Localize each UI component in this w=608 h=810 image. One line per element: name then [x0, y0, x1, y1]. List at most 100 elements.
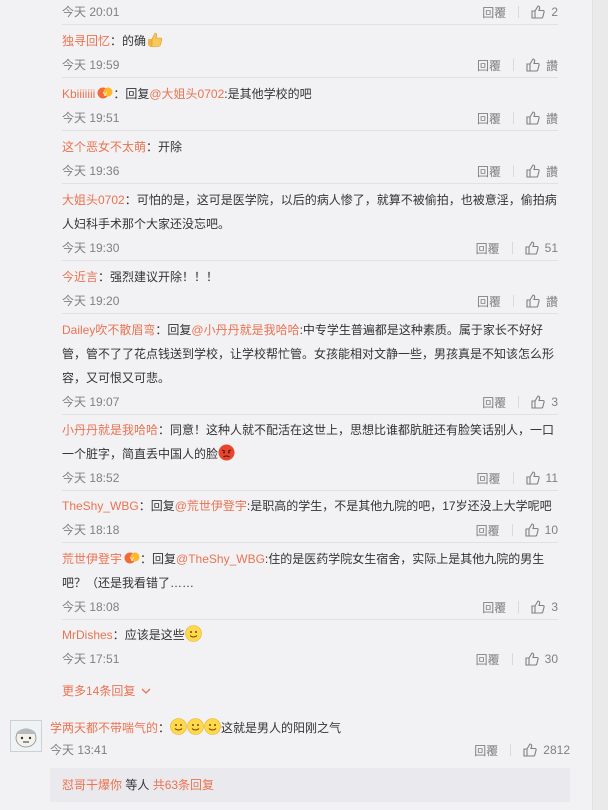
- reply-meta: 今天 20:01 回覆 2: [62, 2, 558, 22]
- reply-text-line: TheShy_WBG：回复@荒世伊登宇:是职高的学生，不是其他九院的吧，17岁还…: [62, 494, 552, 518]
- reply-time: 今天 19:36: [62, 164, 120, 178]
- reply-username[interactable]: MrDishes: [62, 628, 113, 642]
- reply-button[interactable]: 回覆: [477, 163, 501, 180]
- reply-button[interactable]: 回覆: [477, 470, 501, 487]
- reply-item: MrDishes：应该是这些 今天 17:51 回覆 30: [62, 623, 558, 671]
- reply-username[interactable]: 这个恶女不太萌: [62, 140, 146, 154]
- mention-link[interactable]: @小丹丹就是我哈哈: [191, 323, 299, 337]
- reply-item: TheShy_WBG：回复@荒世伊登宇:是职高的学生，不是其他九院的吧，17岁还…: [62, 494, 558, 543]
- reply-username[interactable]: 大姐头0702: [62, 193, 125, 207]
- reply-prefix: 回复: [152, 552, 177, 566]
- reply-text-line: 一个脏字，简直丢中国人的脸: [62, 442, 235, 466]
- colon: ：: [138, 499, 151, 513]
- smiley-emoji-icon: [187, 718, 204, 735]
- like-button[interactable]: 51: [525, 241, 558, 255]
- thumbs-up-icon: [525, 471, 540, 485]
- reply-item: 这个恶女不太萌：开除 今天 19:36 回覆 讚: [62, 135, 558, 184]
- reply-username[interactable]: 小丹丹就是我哈哈: [62, 423, 158, 437]
- reply-username[interactable]: 独寻回忆: [62, 34, 110, 48]
- divider: [512, 295, 514, 307]
- mention-link[interactable]: @大姐头0702: [149, 87, 224, 101]
- divider: [518, 396, 520, 408]
- reply-button[interactable]: 回覆: [482, 394, 506, 411]
- thumbs-up-icon: [531, 5, 546, 19]
- avatar[interactable]: [10, 720, 42, 752]
- thumbs-up-icon: [531, 600, 546, 614]
- summary-mid: 等人: [122, 778, 153, 792]
- mention-link[interactable]: @TheShy_WBG: [176, 552, 265, 566]
- vip-badge-icon: v: [97, 87, 113, 99]
- like-button[interactable]: 讚: [526, 163, 558, 180]
- like-count: 3: [551, 395, 558, 409]
- colon: ：: [155, 323, 168, 337]
- like-button[interactable]: 讚: [526, 110, 558, 127]
- like-button[interactable]: 30: [525, 652, 558, 666]
- like-button[interactable]: 11: [525, 471, 558, 485]
- smiley-emoji-icon: [204, 718, 221, 735]
- reply-text-line: 管，管不了了花点钱送到学校，让学校帮忙管。女孩能相对文静一些，男孩真是不知该怎么…: [62, 347, 555, 361]
- reply-summary-box: 怼哥干爆你 等人 共63条回复: [50, 768, 570, 802]
- reply-button[interactable]: 回覆: [477, 57, 501, 74]
- colon: ：: [110, 34, 123, 48]
- scrollbar-track[interactable]: [592, 0, 608, 810]
- reply-text: 应该是这些: [124, 628, 185, 642]
- reply-item: 今近言：强烈建议开除！！！ 今天 19:20 回覆 讚: [62, 265, 558, 314]
- colon: ：: [158, 721, 171, 735]
- reply-text-line: Dailey吹不散眉弯：回复@小丹丹就是我哈哈:中专学生普遍都是这种素质。属于家…: [62, 318, 543, 342]
- reply-text-line: 今近言：强烈建议开除！！！: [62, 265, 218, 289]
- reply-item: 小丹丹就是我哈哈：同意！这种人就不配活在这世上，思想比谁都肮脏还有脸笑话别人，一…: [62, 418, 558, 491]
- avatar-image-icon: [11, 721, 41, 751]
- reply-text-line: 容，又可恨又可悲。: [62, 371, 171, 385]
- reply-item: 荒世伊登宇 v ：回复@TheShy_WBG:住的是医药学院女生宿舍，实际上是其他九…: [62, 547, 558, 620]
- thumbs-up-icon: [526, 111, 540, 125]
- like-button[interactable]: 10: [525, 523, 558, 537]
- reply-text: 同意！这种人就不配活在这世上，思想比谁都肮脏还有脸笑话别人，一口: [170, 423, 555, 437]
- reply-button[interactable]: 回覆: [476, 522, 500, 539]
- reply-text-line: 小丹丹就是我哈哈：同意！这种人就不配活在这世上，思想比谁都肮脏还有脸笑话别人，一…: [62, 418, 554, 442]
- reply-text-line: 独寻回忆：的确: [62, 29, 163, 53]
- reply-button[interactable]: 回覆: [482, 4, 506, 21]
- reply-text-line: Kbiiiiiii v ：回复@大姐头0702:是其他学校的吧: [62, 82, 312, 106]
- reply-username[interactable]: TheShy_WBG: [62, 499, 139, 513]
- reply-username[interactable]: Kbiiiiiii: [62, 87, 95, 101]
- like-button[interactable]: 3: [531, 600, 558, 614]
- reply-button[interactable]: 回覆: [482, 599, 506, 616]
- summary-total-link[interactable]: 共63条回复: [153, 778, 214, 792]
- reply-text: 的确: [122, 34, 147, 48]
- reply-item: 独寻回忆：的确 今天 19:59 回覆 讚: [62, 29, 558, 78]
- mention-link[interactable]: @荒世伊登宇: [175, 499, 247, 513]
- svg-text:v: v: [103, 90, 107, 98]
- like-button[interactable]: 讚: [526, 57, 558, 74]
- reply-text: :中专学生普遍都是这种素质。属于家长不好好: [299, 323, 543, 337]
- comment-username[interactable]: 学两天都不带喘气的: [50, 721, 158, 735]
- main-comment: 学两天都不带喘气的： 这就是男人的阳刚之气 今天 13:41 回覆 2812: [10, 716, 580, 766]
- thumbs-up-emoji-icon: [148, 32, 163, 47]
- more-replies-link[interactable]: 更多14条回复: [62, 682, 151, 699]
- summary-username[interactable]: 怼哥干爆你: [62, 778, 122, 792]
- reply-text: 开除: [158, 140, 183, 154]
- reply-time: 今天 20:01: [62, 5, 120, 19]
- comment-time: 今天 13:41: [50, 743, 108, 757]
- like-button[interactable]: 2: [531, 5, 558, 19]
- reply-item: Dailey吹不散眉弯：回复@小丹丹就是我哈哈:中专学生普遍都是这种素质。属于家…: [62, 318, 558, 415]
- like-button[interactable]: 2812: [523, 743, 570, 757]
- like-button[interactable]: 3: [531, 395, 558, 409]
- like-button[interactable]: 讚: [526, 293, 558, 310]
- reply-username[interactable]: 今近言: [62, 270, 98, 284]
- colon: ：: [146, 140, 159, 154]
- reply-username[interactable]: 荒世伊登宇: [62, 552, 122, 566]
- colon: ：: [98, 270, 111, 284]
- reply-text-line: 荒世伊登宇 v ：回复@TheShy_WBG:住的是医药学院女生宿舍，实际上是其他九…: [62, 547, 544, 571]
- reply-button[interactable]: 回覆: [474, 742, 498, 759]
- like-count: 11: [545, 471, 558, 485]
- reply-time: 今天 19:20: [62, 294, 120, 308]
- reply-button[interactable]: 回覆: [477, 293, 501, 310]
- reply-button[interactable]: 回覆: [476, 651, 500, 668]
- reply-text: :是职高的学生，不是其他九院的吧，17岁还没上大学呢吧: [246, 499, 552, 513]
- reply-item: 大姐头0702：可怕的是，这可是医学院，以后的病人惨了，就算不被偷拍，也被意淫，…: [62, 188, 558, 261]
- reply-button[interactable]: 回覆: [476, 240, 500, 257]
- reply-button[interactable]: 回覆: [477, 110, 501, 127]
- reply-time: 今天 18:08: [62, 600, 120, 614]
- reply-username[interactable]: Dailey吹不散眉弯: [62, 323, 155, 337]
- thumbs-up-icon: [526, 58, 540, 72]
